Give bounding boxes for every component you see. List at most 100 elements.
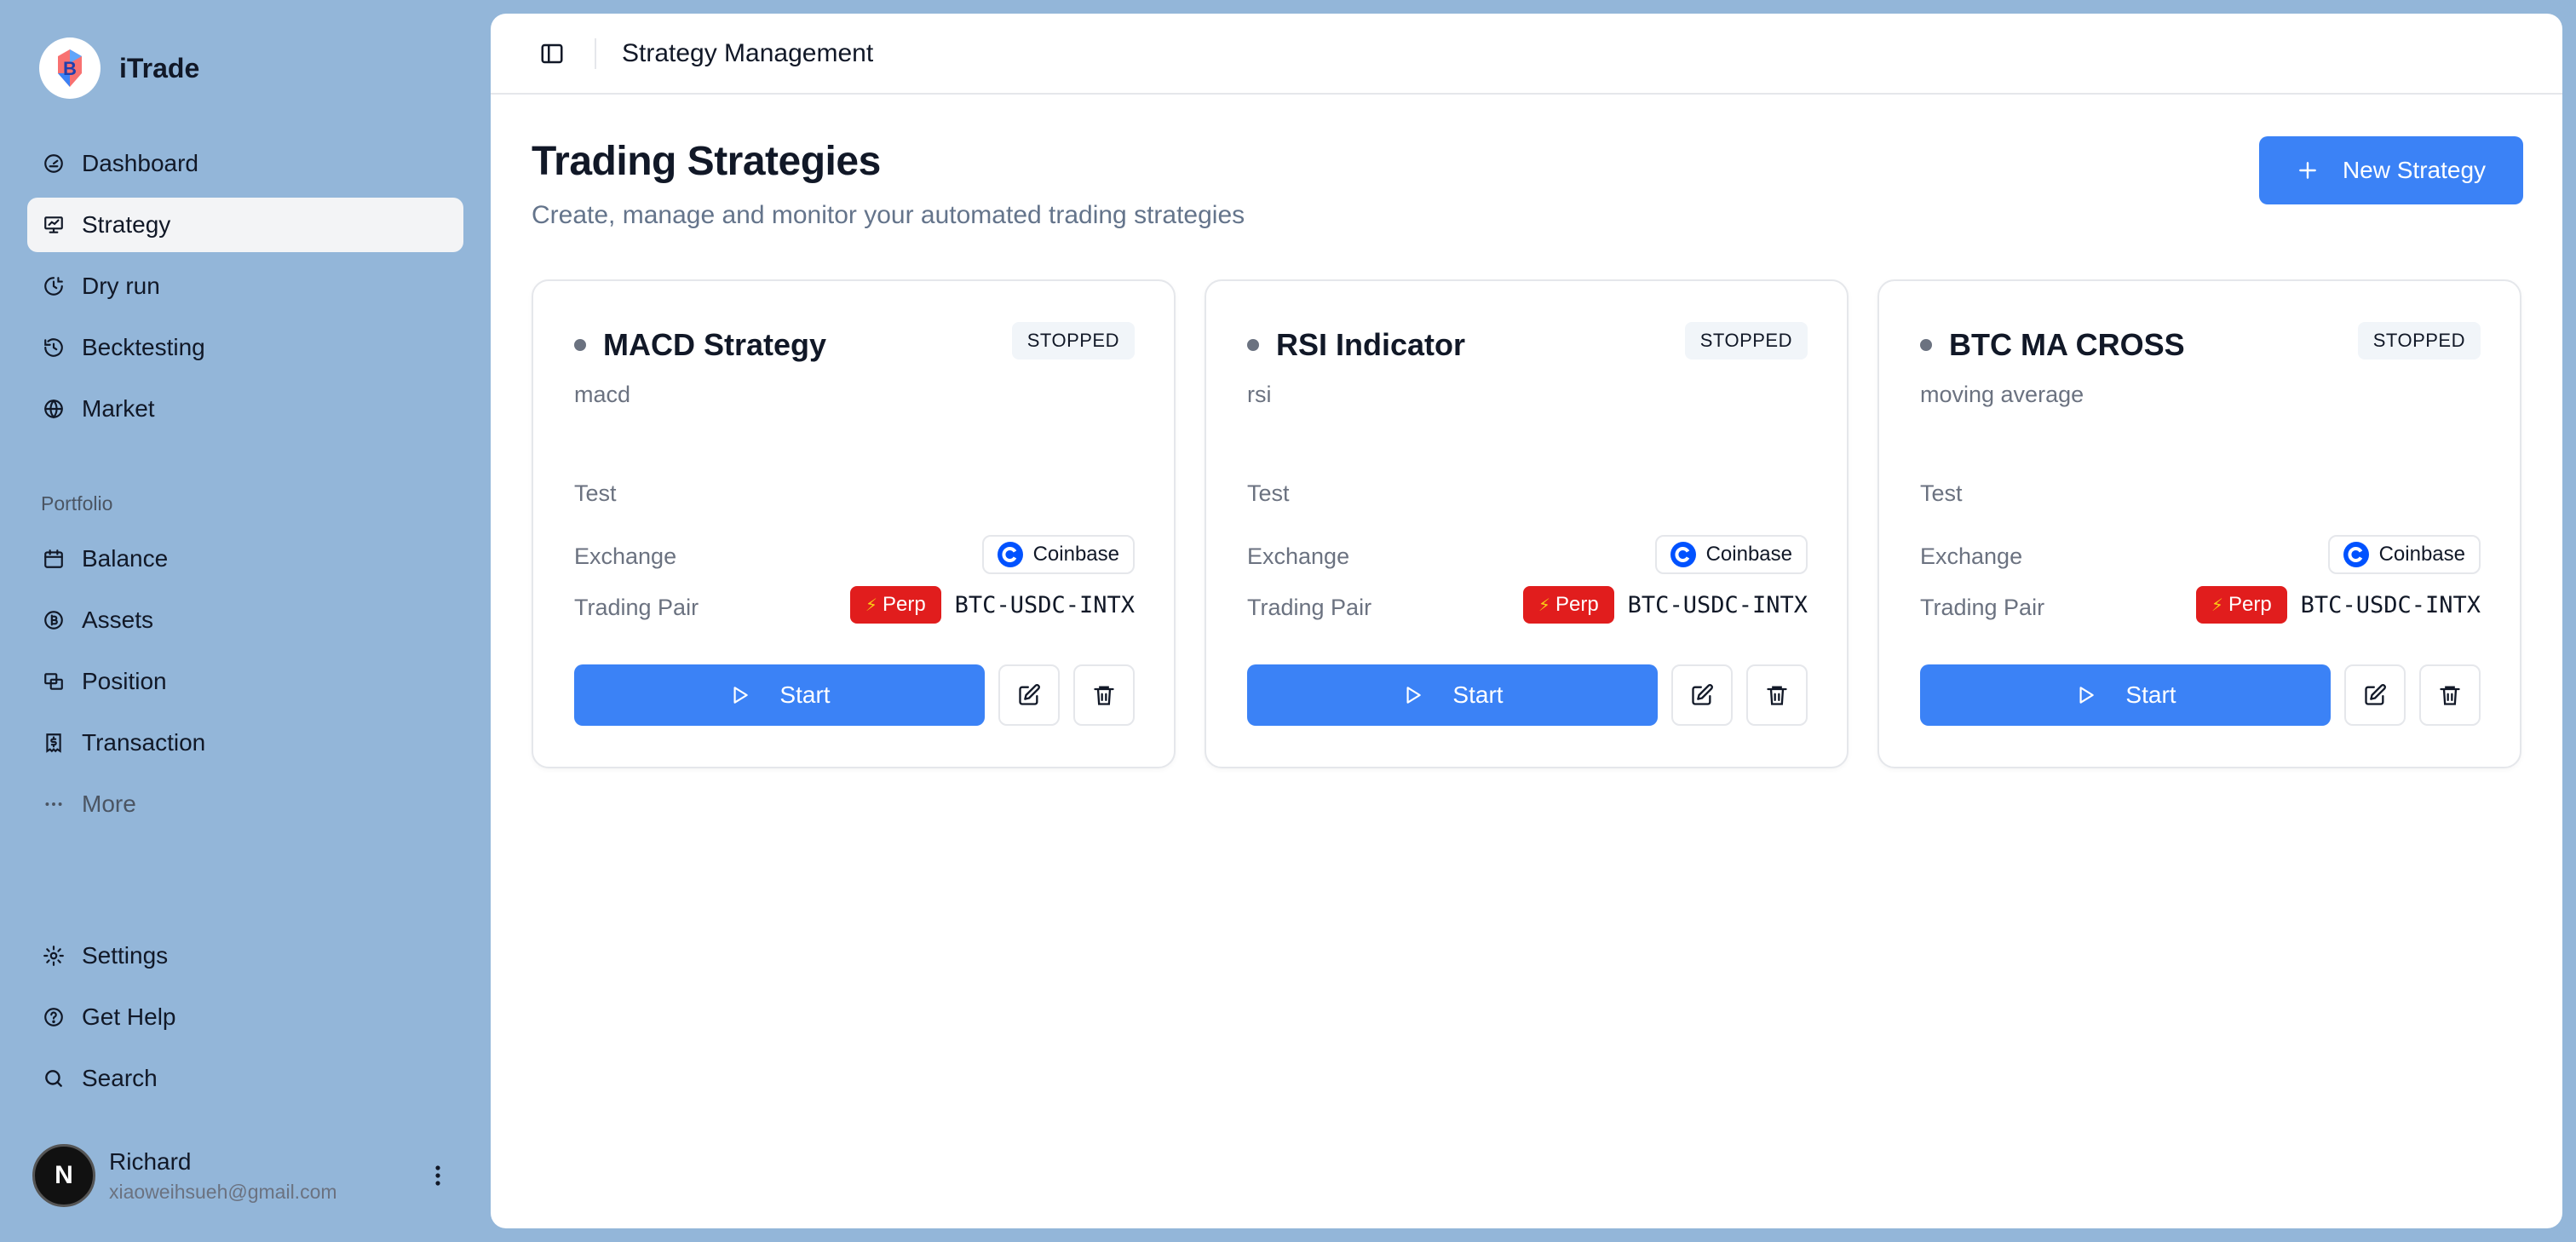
delete-button[interactable]: [1746, 664, 1808, 726]
exchange-name: Coinbase: [2378, 543, 2465, 566]
sidebar-item-market[interactable]: Market: [27, 382, 463, 436]
page-header-title: Strategy Management: [622, 38, 874, 67]
strategy-type: moving average: [1920, 382, 2084, 407]
strategy-name: MACD Strategy: [603, 327, 827, 362]
globe-icon: [41, 396, 66, 422]
top-bar: Strategy Management: [491, 14, 2562, 95]
history-icon: [41, 335, 66, 360]
coinbase-icon: [997, 542, 1023, 567]
user-name: Richard: [109, 1147, 192, 1175]
lightning-icon: ⚡: [1538, 595, 1550, 615]
sidebar-item-transaction[interactable]: Transaction: [27, 716, 463, 770]
status-dot: [574, 339, 586, 351]
page-title: Trading Strategies: [532, 139, 881, 184]
perp-label: Perp: [2228, 593, 2272, 616]
trading-pair: ⚡ Perp BTC-USDC-INTX: [849, 586, 1135, 624]
sidebar-item-label: Dry run: [82, 273, 160, 299]
edit-icon: [1690, 683, 1714, 707]
trading-pair-label: Trading Pair: [1920, 595, 2045, 620]
sidebar-item-label: Strategy: [82, 211, 171, 238]
strategy-card: MACD Strategy STOPPED macd Test Exchange…: [532, 279, 1176, 768]
stack-icon: [41, 669, 66, 694]
gauge-icon: [41, 151, 66, 176]
edit-button[interactable]: [998, 664, 1060, 726]
receipt-icon: [41, 730, 66, 756]
start-label: Start: [2125, 681, 2176, 708]
portfolio-section-label: Portfolio: [41, 492, 113, 515]
more-vertical-icon[interactable]: [421, 1159, 455, 1193]
new-strategy-button[interactable]: New Strategy: [2259, 136, 2523, 204]
start-button[interactable]: Start: [574, 664, 985, 726]
start-button[interactable]: Start: [1920, 664, 2331, 726]
play-icon: [728, 684, 750, 706]
sidebar-item-settings[interactable]: Settings: [27, 929, 463, 983]
help-circle-icon: [41, 1004, 66, 1030]
exchange-label: Exchange: [574, 543, 677, 569]
user-email: xiaoweihsueh@gmail.com: [109, 1180, 337, 1203]
ellipsis-icon: [41, 791, 66, 817]
exchange-name: Coinbase: [1705, 543, 1792, 566]
trading-pair-label: Trading Pair: [1247, 595, 1372, 620]
sidebar-item-label: More: [82, 791, 136, 817]
strategy-card: RSI Indicator STOPPED rsi Test Exchange …: [1205, 279, 1849, 768]
sidebar-item-position[interactable]: Position: [27, 654, 463, 709]
perp-badge: ⚡ Perp: [1522, 586, 1614, 624]
sidebar-item-becktesting[interactable]: Becktesting: [27, 320, 463, 375]
exchange-badge: Coinbase: [981, 535, 1135, 574]
sidebar-item-balance[interactable]: Balance: [27, 532, 463, 586]
strategy-cards: MACD Strategy STOPPED macd Test Exchange…: [532, 279, 2521, 768]
new-strategy-label: New Strategy: [2342, 157, 2487, 183]
strategy-name-wrap: MACD Strategy: [574, 327, 826, 363]
start-button[interactable]: Start: [1247, 664, 1658, 726]
play-icon: [1401, 684, 1423, 706]
sidebar-item-label: Assets: [82, 607, 154, 633]
trash-icon: [1092, 683, 1116, 707]
pair-symbol: BTC-USDC-INTX: [2300, 591, 2481, 618]
delete-button[interactable]: [2419, 664, 2481, 726]
strategy-name-wrap: RSI Indicator: [1247, 327, 1465, 363]
plus-icon: [2297, 159, 2319, 181]
sidebar: B iTrade Dashboard Strategy Dry run Beck…: [0, 0, 491, 1242]
edit-icon: [2363, 683, 2387, 707]
edit-icon: [1017, 683, 1041, 707]
exchange-name: Coinbase: [1032, 543, 1119, 566]
strategy-tag: Test: [574, 480, 617, 506]
sidebar-item-assets[interactable]: Assets: [27, 593, 463, 647]
edit-button[interactable]: [2344, 664, 2406, 726]
perp-label: Perp: [1555, 593, 1599, 616]
sidebar-item-label: Get Help: [82, 1003, 176, 1030]
strategy-card: BTC MA CROSS STOPPED moving average Test…: [1877, 279, 2521, 768]
lightning-icon: ⚡: [865, 595, 877, 615]
delete-button[interactable]: [1073, 664, 1135, 726]
app-name: iTrade: [119, 52, 200, 83]
brand[interactable]: B iTrade: [39, 37, 199, 99]
sidebar-item-search[interactable]: Search: [27, 1051, 463, 1106]
avatar: N: [32, 1144, 95, 1207]
edit-button[interactable]: [1671, 664, 1733, 726]
sidebar-item-more[interactable]: More: [27, 777, 463, 831]
trading-pair-label: Trading Pair: [574, 595, 699, 620]
trading-pair: ⚡ Perp BTC-USDC-INTX: [1522, 586, 1808, 624]
status-badge: STOPPED: [2357, 322, 2481, 359]
sidebar-item-dry-run[interactable]: Dry run: [27, 259, 463, 313]
pair-symbol: BTC-USDC-INTX: [954, 591, 1135, 618]
play-icon: [2074, 684, 2096, 706]
sidebar-item-dashboard[interactable]: Dashboard: [27, 136, 463, 191]
sidebar-toggle-icon[interactable]: [535, 37, 569, 71]
user-profile[interactable]: N Richard xiaoweihsueh@gmail.com: [32, 1144, 458, 1207]
strategy-type: rsi: [1247, 382, 1272, 407]
exchange-label: Exchange: [1920, 543, 2023, 569]
perp-label: Perp: [882, 593, 926, 616]
status-dot: [1247, 339, 1259, 351]
status-dot: [1920, 339, 1932, 351]
clock-chart-icon: [41, 273, 66, 299]
sidebar-item-strategy[interactable]: Strategy: [27, 198, 463, 252]
strategy-name: BTC MA CROSS: [1949, 327, 2185, 362]
gear-icon: [41, 943, 66, 969]
sidebar-item-get-help[interactable]: Get Help: [27, 990, 463, 1044]
sidebar-item-label: Transaction: [82, 729, 206, 756]
coinbase-icon: [1670, 542, 1696, 567]
divider: [595, 37, 596, 69]
sidebar-item-label: Settings: [82, 942, 169, 969]
perp-badge: ⚡ Perp: [849, 586, 941, 624]
